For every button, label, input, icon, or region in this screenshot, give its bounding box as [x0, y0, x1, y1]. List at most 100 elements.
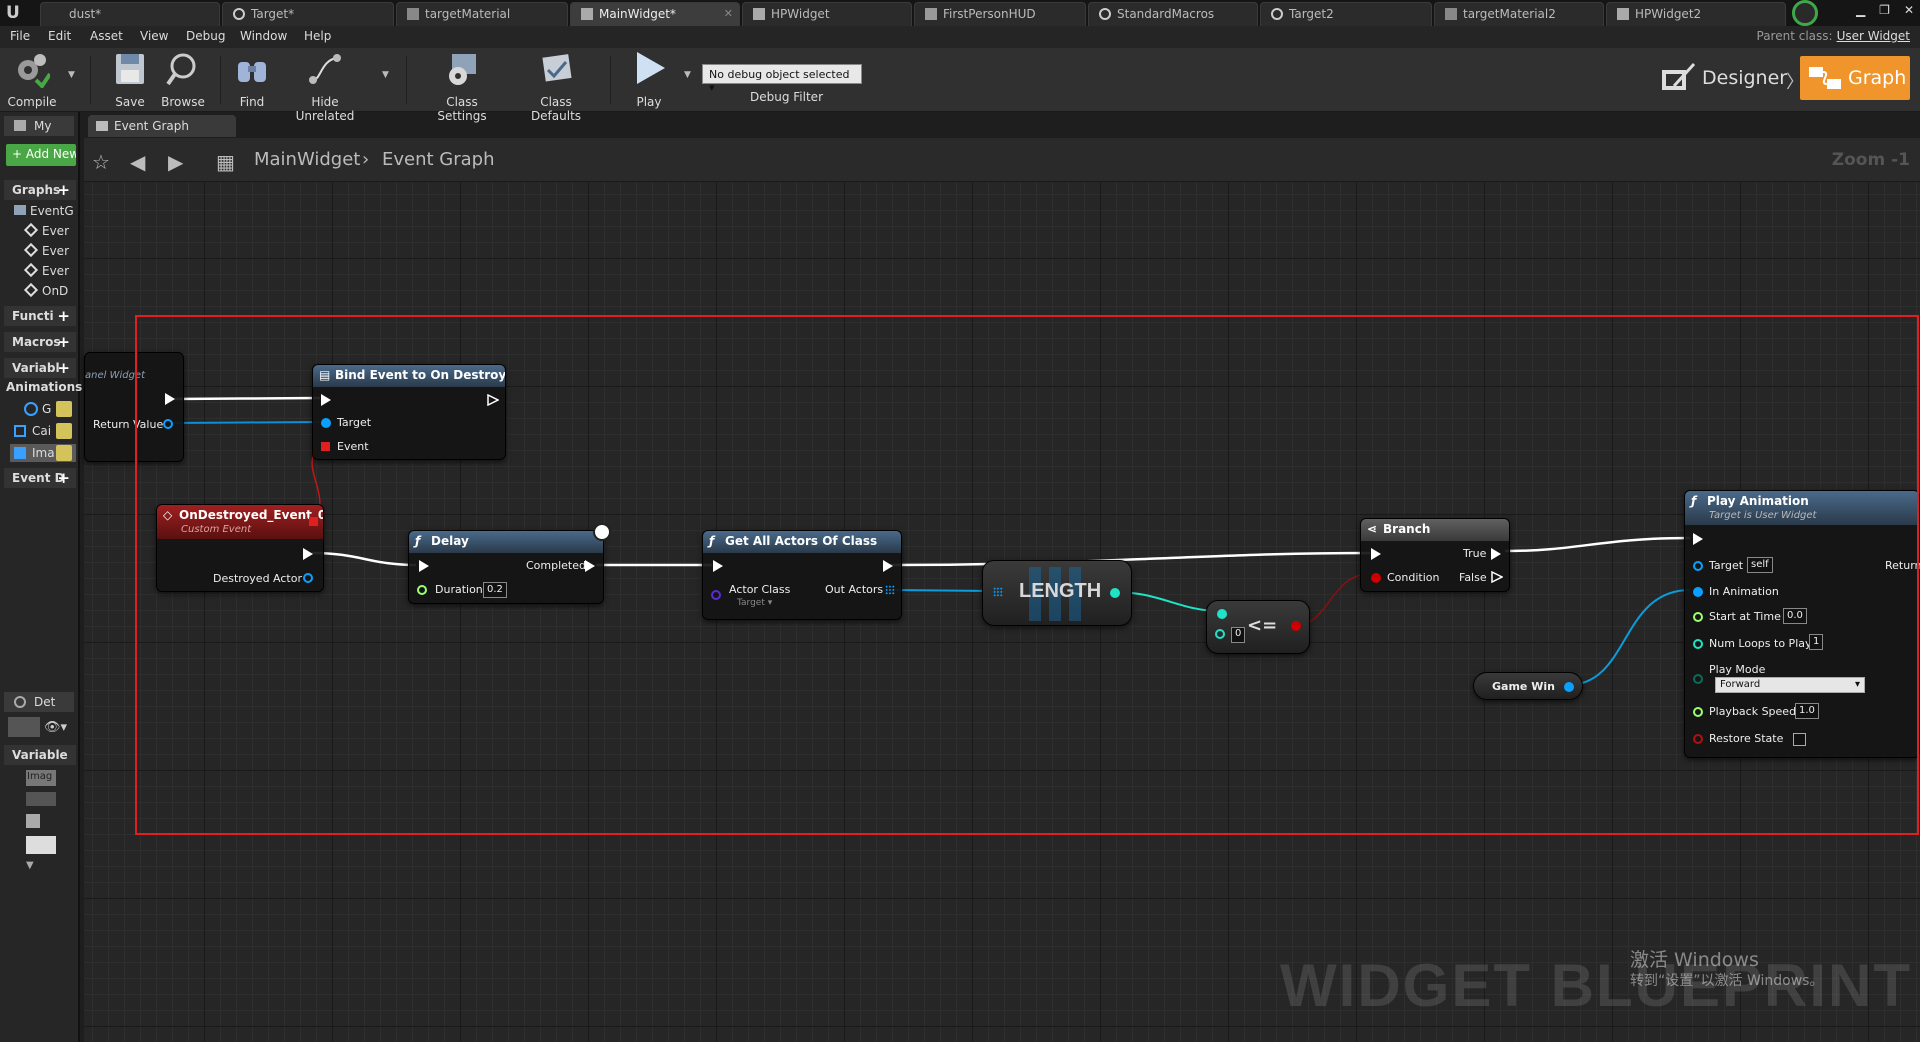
event-delegate-pin[interactable]	[321, 442, 330, 451]
start-time-pin[interactable]	[1693, 612, 1703, 622]
tab-targetmaterial2[interactable]: targetMaterial2	[1434, 2, 1604, 26]
length-out-pin[interactable]	[1110, 588, 1120, 598]
node-create-widget[interactable]: anel Widget Return Value	[84, 352, 184, 462]
restore-state-checkbox[interactable]	[1793, 733, 1806, 746]
forward-arrow-icon[interactable]: ▶	[168, 150, 183, 174]
compile-options-caret[interactable]: ▼	[68, 70, 75, 80]
condition-pin[interactable]	[1371, 573, 1381, 583]
exec-out-pin[interactable]	[487, 394, 499, 406]
variable-category[interactable]: Variable	[4, 745, 76, 765]
play-mode-pin[interactable]	[1693, 674, 1703, 684]
playback-speed-pin[interactable]	[1693, 707, 1703, 717]
tab-event-graph[interactable]: Event Graph	[88, 115, 236, 137]
game-win-out-pin[interactable]	[1564, 682, 1574, 692]
actor-class-pin[interactable]	[711, 590, 721, 600]
add-icon[interactable]: +	[57, 469, 70, 487]
node-game-win-variable[interactable]: Game Win	[1473, 672, 1583, 700]
hide-unrelated-caret[interactable]: ▼	[382, 70, 389, 80]
minimize-icon[interactable]: ▁	[1856, 3, 1865, 17]
tab-standardmacros[interactable]: StandardMacros	[1088, 2, 1258, 26]
back-arrow-icon[interactable]: ◀	[130, 150, 145, 174]
array-in-pin[interactable]	[993, 587, 1003, 597]
view-options-eye-icon[interactable]: 👁▾	[44, 720, 67, 735]
target-pin[interactable]	[1693, 561, 1703, 571]
event-item[interactable]: Ever	[23, 222, 69, 238]
event-item[interactable]: Ever	[23, 262, 69, 278]
favorite-star-icon[interactable]: ☆	[92, 150, 110, 174]
hide-unrelated-button[interactable]: Hide Unrelated	[284, 50, 366, 123]
in-animation-pin[interactable]	[1693, 587, 1703, 597]
variables-category[interactable]: Variabl +	[4, 358, 76, 378]
menu-window[interactable]: Window	[240, 29, 287, 43]
exec-out-pin[interactable]	[883, 560, 893, 572]
compile-button[interactable]: Compile	[6, 50, 58, 109]
play-options-caret[interactable]: ▼	[684, 70, 691, 80]
add-icon[interactable]: +	[57, 307, 70, 325]
playback-speed-field[interactable]: 1.0	[1795, 703, 1819, 719]
designer-mode-button[interactable]: Designer	[1660, 56, 1787, 100]
animation-item-selected[interactable]: Ima	[10, 444, 76, 462]
animation-item[interactable]: Cai	[10, 422, 76, 440]
find-button[interactable]: Find	[232, 50, 272, 109]
tab-mainwidget[interactable]: MainWidget* ✕	[570, 2, 740, 26]
duration-value-field[interactable]: 0.2	[483, 582, 507, 598]
event-item[interactable]: OnD	[23, 282, 68, 298]
unreal-logo-icon[interactable]: U	[6, 3, 26, 23]
delegate-out-pin[interactable]	[309, 517, 318, 526]
save-button[interactable]: Save	[108, 50, 152, 109]
parent-class-link[interactable]: User Widget	[1837, 29, 1910, 43]
node-play-animation[interactable]: ƒ Play Animation Target is User Widget Ta…	[1684, 490, 1920, 758]
true-exec-pin[interactable]	[1491, 548, 1501, 560]
restore-state-pin[interactable]	[1693, 734, 1703, 744]
exec-in-pin[interactable]	[713, 560, 723, 572]
actor-class-select[interactable]: Target ▾	[737, 598, 772, 608]
tab-targetmaterial[interactable]: targetMaterial	[396, 2, 568, 26]
tab-target[interactable]: Target*	[222, 2, 394, 26]
expand-arrow-icon[interactable]: ▼	[26, 860, 34, 871]
macros-category[interactable]: Macros +	[4, 332, 76, 352]
node-bind-event[interactable]: ▤ Bind Event to On Destroyed Target Event	[312, 364, 506, 460]
event-graph-item[interactable]: EventG	[14, 204, 74, 218]
debug-object-select[interactable]: No debug object selected ▾	[702, 64, 862, 94]
result-out-pin[interactable]	[1291, 621, 1301, 631]
tab-firstpersonhud[interactable]: FirstPersonHUD	[914, 2, 1086, 26]
source-control-icon[interactable]	[1792, 0, 1818, 26]
tab-dust[interactable]: dust*	[40, 2, 220, 26]
a-in-pin[interactable]	[1217, 609, 1227, 619]
node-on-destroyed-event[interactable]: ◇ OnDestroyed_Event_0 Custom Event Destro…	[156, 504, 324, 592]
play-mode-select[interactable]: Forward ▾	[1715, 677, 1865, 693]
tab-target2[interactable]: Target2	[1260, 2, 1432, 26]
node-array-length[interactable]: LENGTH	[982, 560, 1132, 626]
add-icon[interactable]: +	[57, 333, 70, 351]
variable-checkbox[interactable]	[26, 814, 40, 828]
event-item[interactable]: Ever	[23, 242, 69, 258]
compare-value-field[interactable]: 0	[1231, 627, 1246, 643]
node-delay[interactable]: ƒ Delay Completed Duration 0.2	[408, 523, 611, 604]
array-pin[interactable]	[885, 585, 895, 595]
tab-hpwidget2[interactable]: HPWidget2	[1606, 2, 1786, 26]
duration-pin[interactable]	[417, 585, 427, 595]
functions-category[interactable]: Functi +	[4, 306, 76, 326]
class-defaults-button[interactable]: Class Defaults	[514, 50, 598, 123]
menu-help[interactable]: Help	[304, 29, 331, 43]
browse-button[interactable]: Browse	[158, 50, 208, 109]
start-time-field[interactable]: 0.0	[1783, 608, 1807, 624]
node-less-equal[interactable]: 0 <=	[1206, 600, 1310, 654]
exec-in-pin[interactable]	[1693, 533, 1703, 545]
return-value-pin[interactable]	[163, 419, 173, 429]
close-window-icon[interactable]: ✕	[1904, 3, 1914, 17]
menu-debug[interactable]: Debug	[186, 29, 225, 43]
target-pin[interactable]	[321, 418, 331, 428]
class-settings-button[interactable]: Class Settings	[420, 50, 504, 123]
node-branch[interactable]: ⋖ Branch True Condition False	[1360, 518, 1510, 592]
breadcrumb-mainwidget[interactable]: MainWidget	[254, 149, 360, 170]
variable-dropdown[interactable]	[26, 836, 56, 854]
add-icon[interactable]: +	[57, 181, 70, 199]
property-matrix-icon[interactable]	[8, 717, 40, 737]
exec-in-pin[interactable]	[1371, 548, 1381, 560]
menu-view[interactable]: View	[140, 29, 168, 43]
destroyed-actor-pin[interactable]	[303, 573, 313, 583]
tab-hpwidget[interactable]: HPWidget	[742, 2, 912, 26]
eye-icon[interactable]	[56, 423, 72, 439]
exec-out-pin[interactable]	[165, 393, 175, 405]
